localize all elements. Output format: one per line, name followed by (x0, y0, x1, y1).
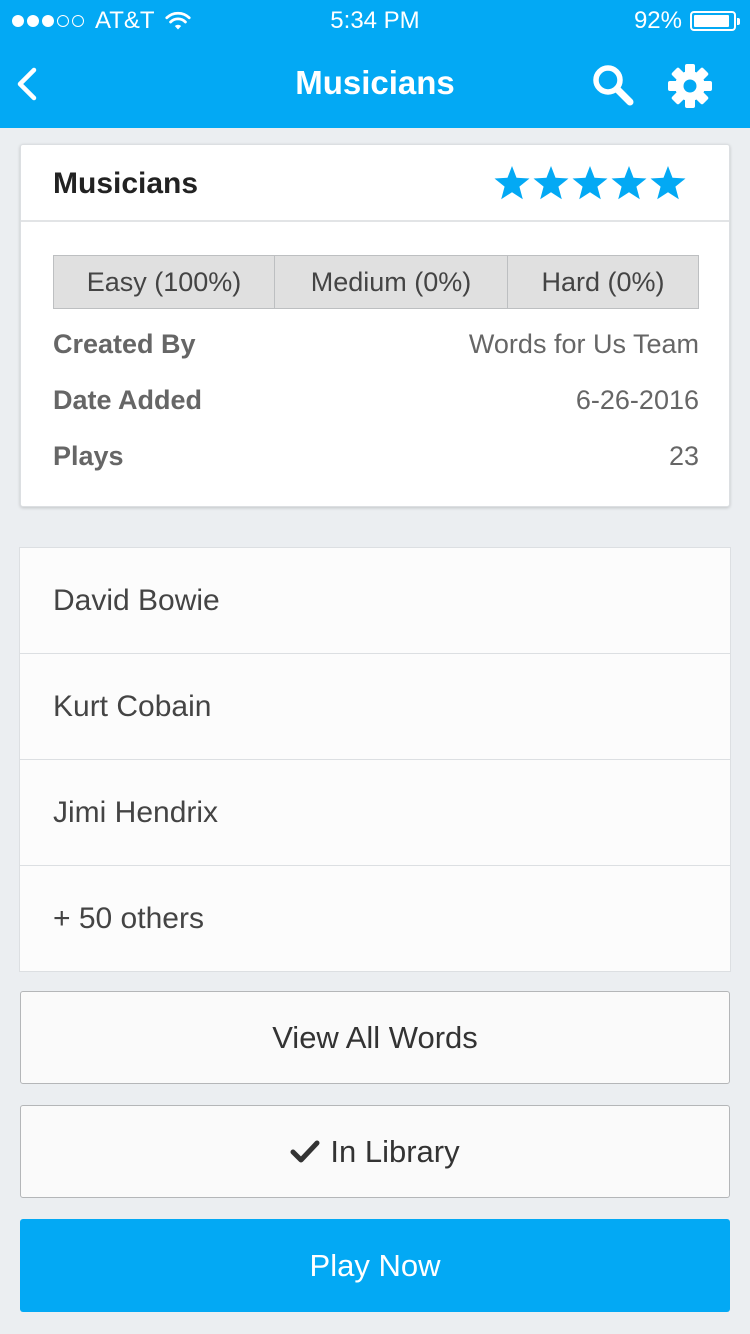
battery-icon (690, 11, 740, 31)
list-item: David Bowie (20, 548, 730, 654)
star-icon (494, 166, 530, 200)
difficulty-hard: Hard (0%) (541, 266, 665, 297)
created-by-value: Words for Us Team (468, 329, 699, 359)
nav-bar: Musicians (0, 40, 750, 128)
battery-percent: 92% (633, 7, 682, 34)
play-now-button[interactable]: Play Now (20, 1219, 730, 1312)
difficulty-medium: Medium (0%) (275, 256, 508, 308)
view-all-words-label: View All Words (272, 1019, 478, 1055)
play-now-label: Play Now (309, 1247, 441, 1283)
difficulty-breakdown: Easy (100%) Medium (0%) Hard (0%) (53, 255, 699, 309)
search-icon (593, 65, 634, 106)
battery-fill (694, 15, 729, 27)
page-title: Musicians (295, 64, 455, 101)
date-added-row: Date Added 6-26-2016 (53, 385, 699, 416)
card-title: Musicians (53, 167, 199, 200)
settings-button[interactable] (666, 62, 714, 110)
list-item: Kurt Cobain (20, 654, 730, 760)
in-library-label: In Library (330, 1133, 460, 1169)
view-all-words-button[interactable]: View All Words (20, 991, 730, 1084)
checkmark-icon (290, 1140, 320, 1162)
category-info-card: Musicians Easy (100%) Medium (0%) Hard (… (20, 144, 730, 507)
date-added-value: 6-26-2016 (575, 385, 699, 415)
star-icon (533, 166, 569, 200)
plays-row: Plays 23 (53, 441, 699, 472)
top-bar: AT&T 5:34 PM 92% Musicians (0, 0, 750, 128)
list-item: Jimi Hendrix (20, 760, 730, 866)
difficulty-easy: Easy (100%) (54, 256, 275, 308)
plays-value: 23 (668, 441, 699, 471)
plays-label: Plays (53, 441, 124, 471)
star-icon (650, 166, 686, 200)
date-added-label: Date Added (53, 385, 203, 415)
search-button[interactable] (590, 62, 636, 108)
card-header: Musicians (21, 145, 729, 222)
status-bar: AT&T 5:34 PM 92% (0, 0, 750, 40)
star-icon (611, 166, 647, 200)
star-rating (493, 165, 688, 201)
created-by-label: Created By (53, 329, 196, 359)
gear-icon (668, 64, 712, 108)
created-by-row: Created By Words for Us Team (53, 329, 699, 360)
star-icon (572, 166, 608, 200)
status-right: 92% (633, 7, 740, 35)
in-library-button[interactable]: In Library (20, 1105, 730, 1198)
word-preview-list: David Bowie Kurt Cobain Jimi Hendrix + 5… (19, 547, 731, 972)
others-count-item: + 50 others (53, 902, 204, 935)
